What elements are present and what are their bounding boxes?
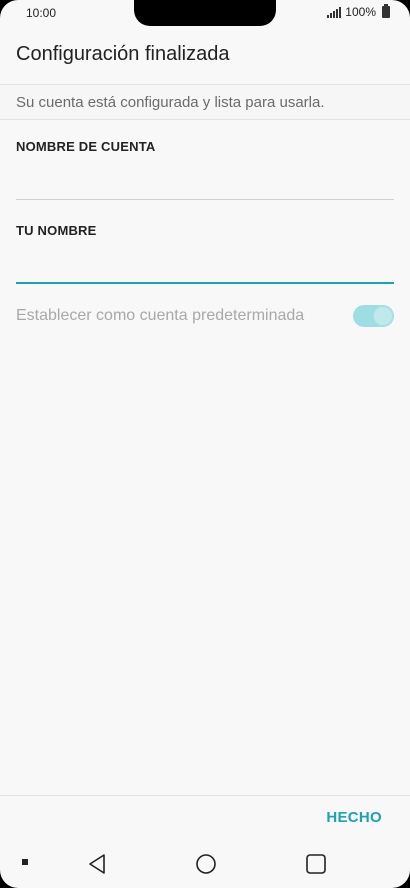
page-title: Configuración finalizada [16, 43, 230, 65]
page-subtitle: Su cuenta está configurada y lista para … [16, 94, 325, 111]
subtitle-band: Su cuenta está configurada y lista para … [0, 84, 410, 120]
account-name-underline [16, 199, 394, 200]
your-name-underline [16, 282, 394, 284]
default-account-toggle[interactable] [353, 305, 394, 327]
navigation-bar [0, 841, 410, 888]
signal-icon [327, 6, 342, 18]
home-circle-icon[interactable] [195, 853, 217, 875]
battery-icon [382, 4, 390, 18]
status-icons: 100% [327, 4, 390, 19]
default-account-label: Establecer como cuenta predeterminada [16, 307, 305, 324]
account-name-input[interactable] [16, 162, 394, 196]
recent-square-icon[interactable] [305, 853, 327, 875]
toggle-knob [373, 306, 393, 326]
your-name-input[interactable] [16, 246, 394, 280]
back-triangle-icon[interactable] [86, 853, 108, 875]
account-name-label: NOMBRE DE CUENTA [16, 139, 156, 154]
app-bar: Configuración finalizada [0, 28, 410, 84]
bottom-action-bar: HECHO [0, 795, 410, 841]
your-name-label: TU NOMBRE [16, 223, 97, 238]
done-button[interactable]: HECHO [326, 809, 382, 826]
status-bar: 10:00 100% [0, 0, 410, 28]
nav-indicator-dot [22, 859, 28, 865]
status-time: 10:00 [26, 6, 57, 20]
battery-percentage: 100% [345, 5, 376, 19]
screen: 10:00 100% Configuración finalizada Su c… [0, 0, 410, 888]
